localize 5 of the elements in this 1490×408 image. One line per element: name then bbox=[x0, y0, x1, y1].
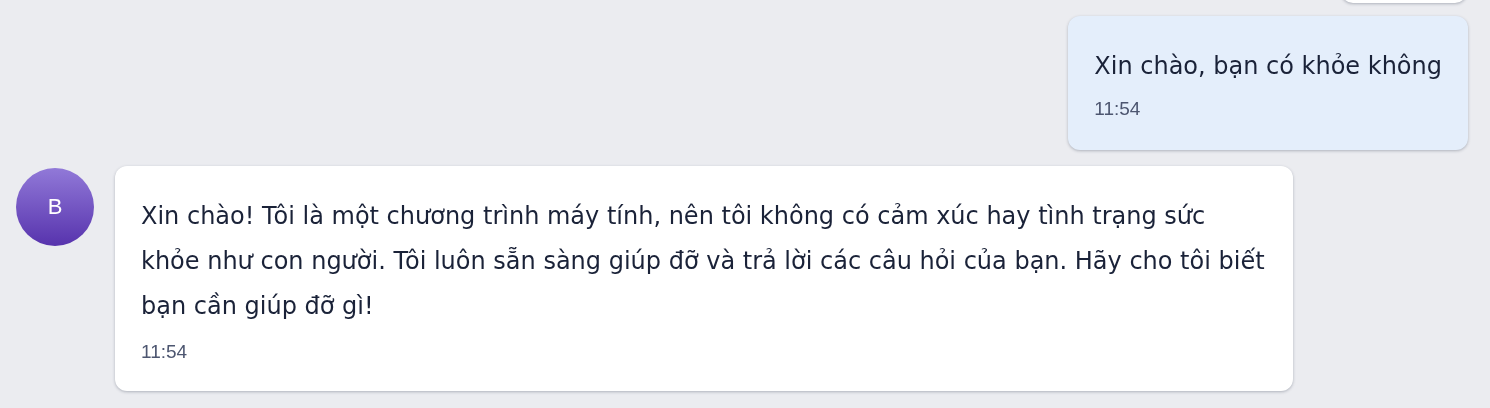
message-text: Xin chào, bạn có khỏe không bbox=[1094, 51, 1442, 82]
avatar: B bbox=[16, 168, 94, 246]
message-time: 11:54 bbox=[1094, 98, 1142, 120]
message-time: 11:54 bbox=[141, 341, 189, 363]
message-text: Xin chào! Tôi là một chương trình máy tính, nên tôi không có cảm xúc hay tình trạng sức khỏe như con người. Tôi luôn sẵn sàng giúp đỡ và trả lời các câu hỏi của bạn. Hãy cho tôi biết bạn cần giúp đỡ gì! bbox=[141, 201, 1266, 322]
